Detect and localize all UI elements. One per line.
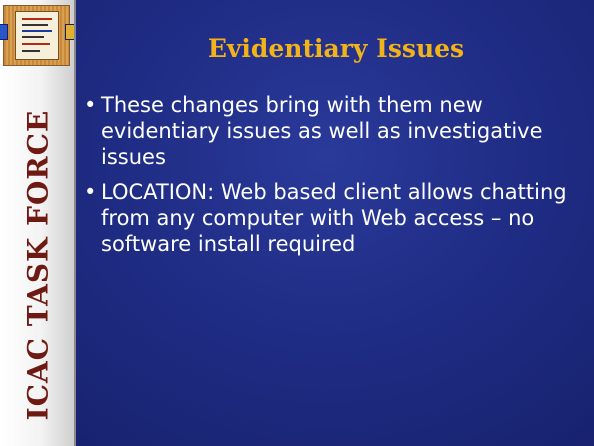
logo-left-badge (0, 24, 8, 40)
bullet-item: • These changes bring with them new evid… (84, 92, 584, 170)
bullet-icon: • (84, 180, 97, 204)
bullet-icon: • (84, 93, 97, 117)
bullet-text: LOCATION: Web based client allows chatti… (101, 180, 567, 256)
bullet-text: These changes bring with them new eviden… (101, 93, 543, 169)
sidebar: ICAC TASK FORCE (0, 0, 76, 446)
bullet-list: • These changes bring with them new evid… (84, 92, 584, 266)
sidebar-divider (74, 0, 76, 446)
sidebar-title: ICAC TASK FORCE (2, 100, 72, 430)
bullet-item: • LOCATION: Web based client allows chat… (84, 179, 584, 257)
logo-plaque (15, 11, 59, 60)
slide-title: Evidentiary Issues (207, 34, 465, 63)
slide: ICAC TASK FORCE Evidentiary Issues • The… (0, 0, 594, 446)
icac-logo-icon (0, 5, 76, 66)
sidebar-title-text: ICAC TASK FORCE (21, 109, 55, 421)
